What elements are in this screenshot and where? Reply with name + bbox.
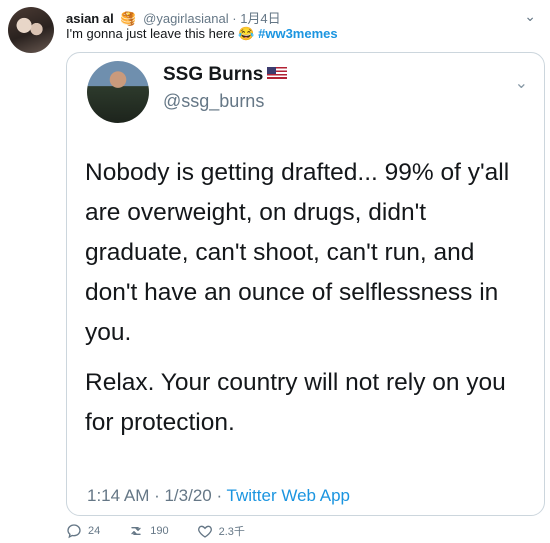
chevron-down-icon[interactable]: ⌄ (515, 73, 528, 93)
quoted-author-avatar[interactable] (87, 61, 149, 123)
author-avatar[interactable] (8, 7, 54, 53)
quoted-author-handle[interactable]: @ssg_burns (163, 91, 264, 112)
tweet-header: asian al 🥞 @yagirlasianal · 1月4日 (66, 8, 281, 27)
quoted-author-name[interactable]: SSG Burns (163, 64, 263, 85)
tweet-date[interactable]: 1月4日 (240, 11, 280, 26)
like-button[interactable]: 2.3千 (197, 523, 245, 539)
like-count: 2.3千 (218, 526, 245, 538)
quoted-paragraph-1: Nobody is getting drafted... 99% of y'al… (85, 159, 510, 346)
tweet-text: I'm gonna just leave this here 😂 #ww3mem… (66, 26, 338, 42)
quoted-source[interactable]: Twitter Web App (227, 486, 350, 505)
quoted-timestamp: 1:14 AM · 1/3/20 · Twitter Web App (87, 486, 350, 506)
tweet-actions: 24 190 2.3千 (66, 523, 273, 539)
retweet-count: 190 (150, 525, 169, 537)
hashtag-link[interactable]: #ww3memes (258, 26, 338, 41)
quoted-tweet-card[interactable]: SSG Burns @ssg_burns ⌄ Nobody is getting… (66, 52, 545, 516)
author-name[interactable]: asian al (66, 11, 114, 26)
reply-button[interactable]: 24 (66, 523, 100, 539)
retweet-button[interactable]: 190 (128, 523, 169, 539)
pancake-emoji: 🥞 (120, 11, 137, 26)
quoted-time[interactable]: 1:14 AM · 1/3/20 · (87, 486, 227, 505)
reply-icon (67, 524, 81, 539)
tweet-body: I'm gonna just leave this here 😂 (66, 26, 255, 41)
author-handle[interactable]: @yagirlasianal (143, 11, 228, 26)
date-separator: · (232, 11, 237, 26)
retweet-icon (131, 527, 141, 535)
heart-icon (197, 525, 212, 538)
quoted-author-name-row: SSG Burns (163, 64, 288, 86)
reply-count: 24 (88, 525, 101, 537)
chevron-down-icon[interactable]: ⌄ (524, 8, 536, 25)
us-flag-icon (267, 67, 288, 79)
quoted-paragraph-2: Relax. Your country will not rely on you… (85, 369, 506, 436)
